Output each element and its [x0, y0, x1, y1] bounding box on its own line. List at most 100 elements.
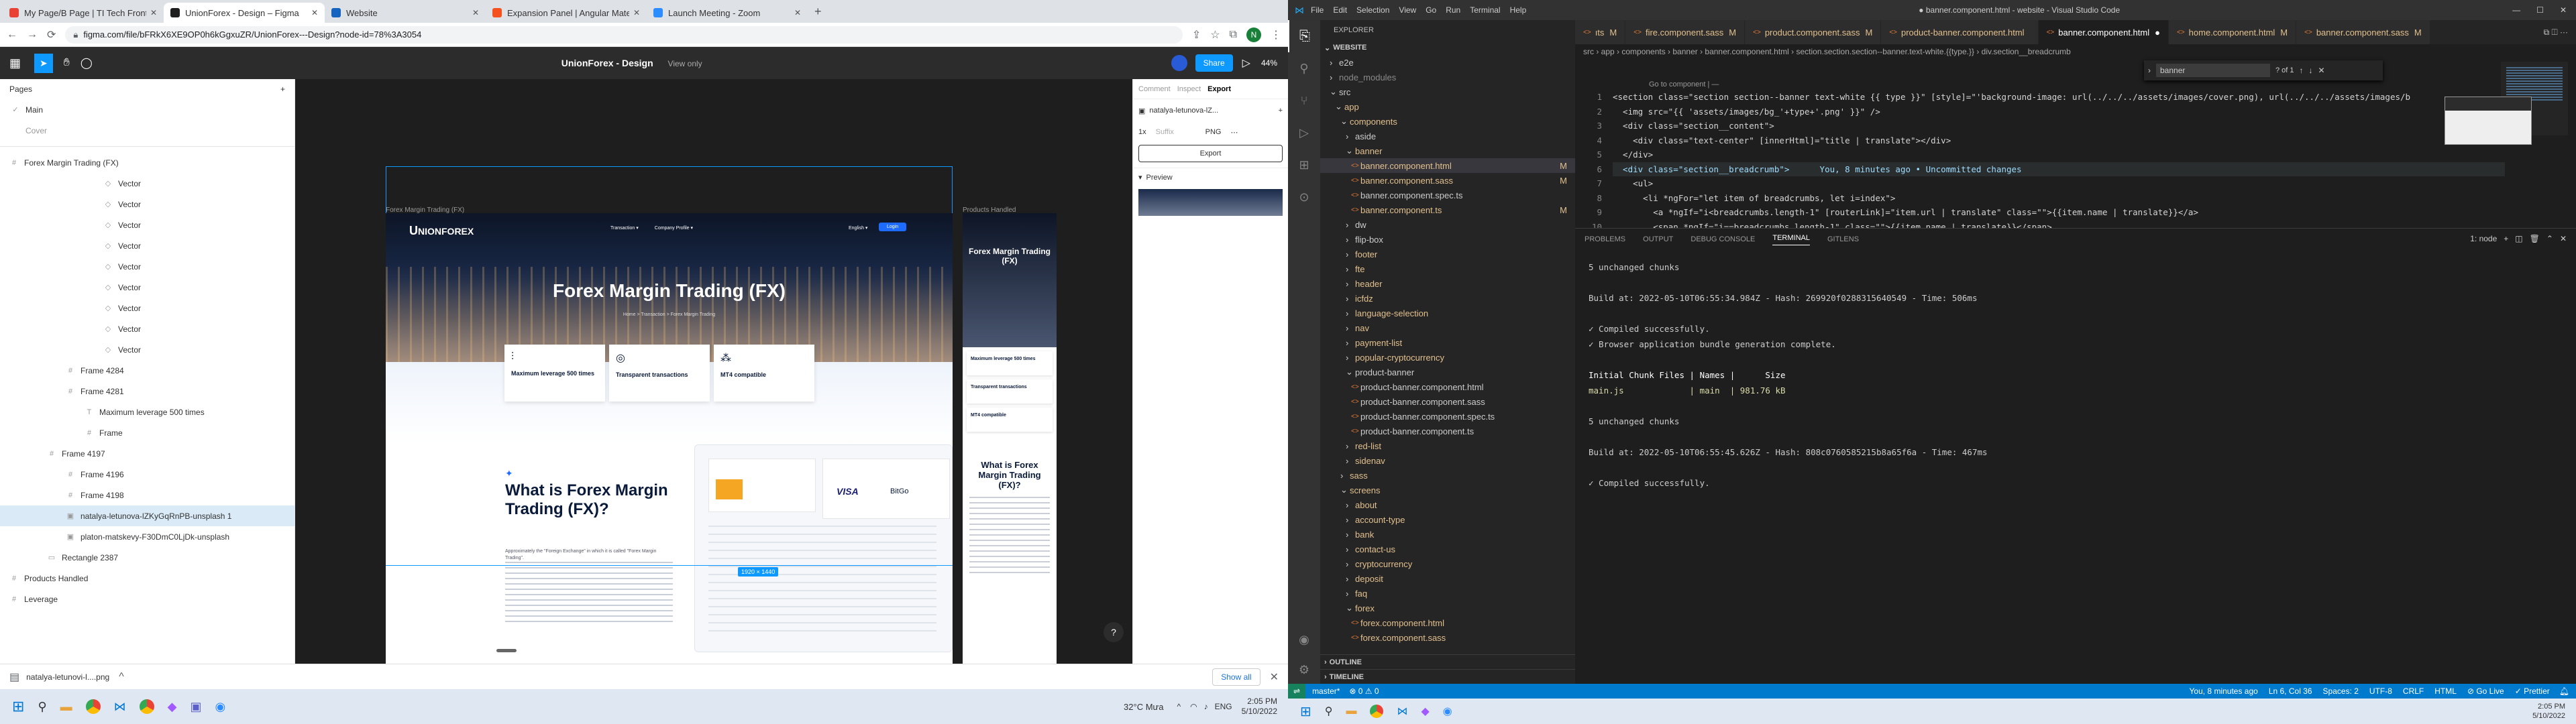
- browser-tab[interactable]: My Page/B Page | TI Tech Front-... ✕: [3, 3, 164, 23]
- editor-tab[interactable]: <> ıts M: [1575, 20, 1626, 44]
- chrome-icon[interactable]: [1370, 705, 1384, 718]
- panel-tab[interactable]: GITLENS: [1827, 235, 1859, 243]
- layer-item[interactable]: ◇ Vector: [0, 194, 294, 215]
- figma-canvas[interactable]: Forex Margin Trading (FX) Products Handl…: [295, 79, 1132, 672]
- panel-tab[interactable]: DEBUG CONSOLE: [1690, 235, 1755, 243]
- layer-item[interactable]: ◇ Vector: [0, 235, 294, 256]
- tree-file[interactable]: <> banner.component.html M: [1320, 158, 1575, 173]
- weather[interactable]: 32°C Mưa: [1124, 702, 1163, 712]
- close-panel-icon[interactable]: ✕: [2560, 234, 2567, 243]
- layer-item[interactable]: T Maximum leverage 500 times: [0, 402, 294, 422]
- codelens[interactable]: Go to component | —: [1649, 80, 1719, 88]
- editor-tab-modified[interactable]: M: [1609, 27, 1617, 38]
- workspace-header[interactable]: ⌄ WEBSITE: [1320, 40, 1575, 55]
- tree-folder[interactable]: › faq: [1320, 586, 1575, 601]
- show-all-button[interactable]: Show all: [1212, 668, 1260, 686]
- maximize-icon[interactable]: ☐: [2536, 5, 2544, 15]
- bookmark-star-icon[interactable]: ☆: [1210, 28, 1220, 42]
- file-explorer-icon[interactable]: ▬: [60, 700, 72, 714]
- tree-file[interactable]: <> product-banner.component.spec.ts: [1320, 409, 1575, 424]
- status-item[interactable]: UTF-8: [2369, 686, 2392, 696]
- notifications-bell-icon[interactable]: 🔔︎: [2559, 686, 2569, 696]
- tree-folder[interactable]: ⌄ components: [1320, 114, 1575, 129]
- figma-icon[interactable]: ◆: [168, 700, 177, 714]
- status-item[interactable]: ✓ Prettier: [2515, 686, 2550, 696]
- comment-tool-icon[interactable]: ◯: [80, 56, 93, 70]
- extensions-icon[interactable]: ⧉: [1230, 29, 1237, 41]
- editor-tab-modified[interactable]: M: [2280, 27, 2288, 38]
- zoom-icon[interactable]: ◉: [215, 700, 225, 714]
- help-button[interactable]: ?: [1104, 622, 1124, 642]
- vscode-icon[interactable]: ⋈: [114, 700, 126, 714]
- status-item[interactable]: You, 8 minutes ago: [2190, 686, 2258, 696]
- menu-item[interactable]: Help: [1510, 5, 1527, 15]
- panel-tab[interactable]: OUTPUT: [1643, 235, 1673, 243]
- code-line[interactable]: <a *ngIf="i<breadcrumbs.length-1" [route…: [1613, 205, 2505, 220]
- split-terminal-icon[interactable]: ◫: [2515, 234, 2522, 243]
- tree-folder[interactable]: › about: [1320, 497, 1575, 512]
- page-item[interactable]: Cover: [0, 120, 294, 141]
- chrome-menu-icon[interactable]: ⋮: [1271, 28, 1281, 42]
- editor-breadcrumb[interactable]: src › app › components › banner › banner…: [1583, 44, 2308, 59]
- tree-folder[interactable]: › e2e: [1320, 55, 1575, 70]
- scrollbar[interactable]: [496, 649, 517, 652]
- arrow-up-icon[interactable]: ↑: [2300, 66, 2304, 75]
- export-button[interactable]: Export: [1138, 145, 1283, 162]
- tree-folder[interactable]: › account-type: [1320, 512, 1575, 527]
- code-line[interactable]: <div class="section__breadcrumb"> You, 8…: [1613, 162, 2505, 176]
- maximize-panel-icon[interactable]: ⌃: [2546, 234, 2553, 243]
- accounts-icon[interactable]: ◉: [1288, 623, 1320, 656]
- zoom-icon[interactable]: ◉: [1443, 705, 1452, 718]
- login-button[interactable]: Login: [879, 223, 907, 231]
- tree-file[interactable]: <> product-banner.component.ts: [1320, 424, 1575, 438]
- arrow-down-icon[interactable]: ↓: [2309, 66, 2313, 75]
- start-icon[interactable]: ⊞: [12, 698, 24, 715]
- address-bar[interactable]: 🔒︎ figma.com/file/bFRkX6XE9OP0h6kGgxuZR/…: [65, 25, 1183, 44]
- menu-item[interactable]: Terminal: [1470, 5, 1500, 15]
- close-tab-icon[interactable]: ✕: [472, 8, 479, 17]
- tree-folder[interactable]: › bank: [1320, 527, 1575, 542]
- tree-folder[interactable]: › flip-box: [1320, 232, 1575, 247]
- editor-tab[interactable]: <> product-banner.component.html: [1881, 20, 2039, 44]
- remote-indicator[interactable]: ⇌: [1288, 684, 1306, 699]
- add-export-icon[interactable]: +: [1279, 107, 1283, 115]
- preview-header[interactable]: ▾ Preview: [1133, 168, 1288, 186]
- share-button[interactable]: Share: [1195, 54, 1233, 72]
- tree-file[interactable]: <> banner.component.ts M: [1320, 202, 1575, 217]
- tree-folder[interactable]: › contact-us: [1320, 542, 1575, 556]
- new-tab-icon[interactable]: +: [814, 5, 822, 19]
- tree-file[interactable]: <> forex.component.html: [1320, 615, 1575, 630]
- search-icon[interactable]: ⚲: [1288, 52, 1320, 84]
- brand-logo[interactable]: U NIONFOREX: [409, 224, 474, 238]
- layer-item[interactable]: # Frame 4281: [0, 381, 294, 402]
- tree-folder[interactable]: › red-list: [1320, 438, 1575, 453]
- status-item[interactable]: ⊗ 0 ⚠ 0: [1349, 686, 1379, 696]
- layer-item[interactable]: ◇ Vector: [0, 215, 294, 235]
- more-icon[interactable]: ⋯: [1230, 128, 1238, 137]
- download-chevron-icon[interactable]: ^: [119, 671, 124, 683]
- hero-nav-item[interactable]: Company Profile ▾: [655, 225, 693, 231]
- status-item[interactable]: master*: [1312, 686, 1340, 696]
- format-select[interactable]: PNG: [1205, 128, 1222, 136]
- debug-icon[interactable]: ▷: [1288, 117, 1320, 149]
- reload-icon[interactable]: ⟳: [47, 28, 56, 42]
- code-line[interactable]: <ul>: [1613, 176, 2505, 191]
- tree-folder[interactable]: › nav: [1320, 320, 1575, 335]
- menu-item[interactable]: Edit: [1333, 5, 1347, 15]
- volume-icon[interactable]: ♪: [1204, 702, 1208, 711]
- editor-tab[interactable]: <> product.component.sass M: [1745, 20, 1882, 44]
- tree-folder[interactable]: › language-selection: [1320, 306, 1575, 320]
- tree-folder[interactable]: ⌄ forex: [1320, 601, 1575, 615]
- browser-tab[interactable]: Launch Meeting - Zoom ✕: [647, 3, 808, 23]
- back-icon[interactable]: ←: [7, 29, 17, 41]
- settings-gear-icon[interactable]: ⚙: [1288, 656, 1320, 684]
- explorer-icon[interactable]: ⎘: [1288, 20, 1320, 52]
- vscode-icon[interactable]: ⋈: [1397, 705, 1407, 718]
- layer-item[interactable]: # Products Handled: [0, 568, 294, 589]
- chrome-icon[interactable]: [85, 699, 101, 714]
- forward-icon[interactable]: →: [27, 29, 38, 41]
- layer-item[interactable]: ◇ Vector: [0, 318, 294, 339]
- layer-item[interactable]: # Frame 4198: [0, 485, 294, 505]
- tree-file[interactable]: <> product-banner.component.html: [1320, 379, 1575, 394]
- layer-item[interactable]: # Frame: [0, 422, 294, 443]
